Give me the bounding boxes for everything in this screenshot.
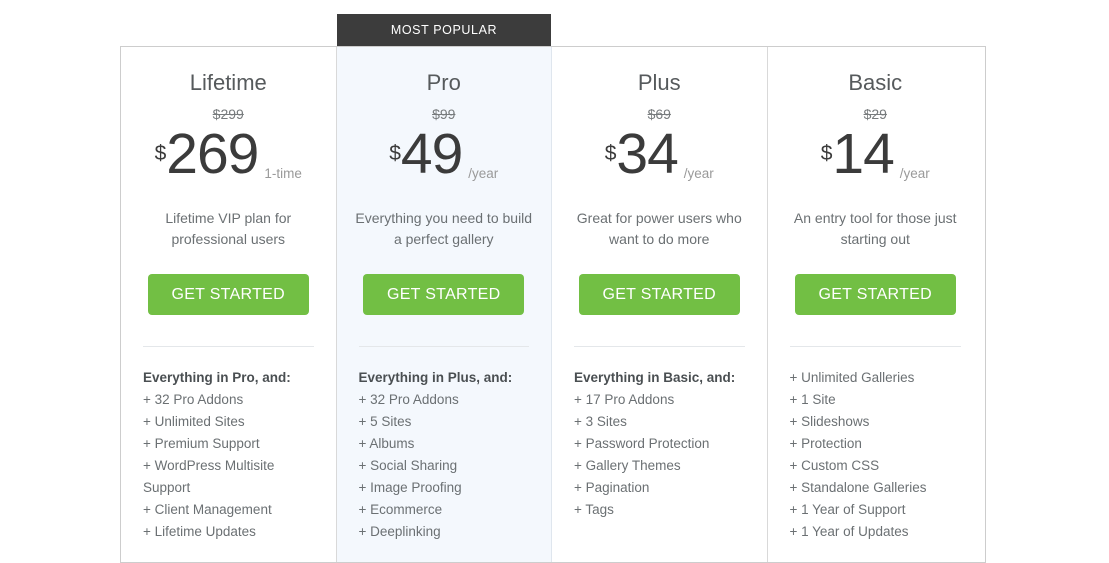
feature-item: + Standalone Galleries [789, 480, 927, 495]
get-started-button[interactable]: GET STARTED [578, 274, 740, 315]
currency-symbol: $ [820, 142, 833, 165]
most-popular-badge: MOST POPULAR [337, 14, 551, 46]
feature-item: + 32 Pro Addons [143, 392, 244, 407]
feature-list-heading: Everything in Plus, and: [358, 370, 513, 385]
feature-item: + 1 Year of Updates [789, 524, 909, 539]
plan-price-amount: 269 [166, 122, 259, 186]
get-started-button[interactable]: GET STARTED [147, 274, 309, 315]
feature-item: + Gallery Themes [574, 458, 681, 473]
plan-column-plus: Plus $69 $34/year Great for power users who… [552, 47, 768, 562]
get-started-button[interactable]: GET STARTED [363, 274, 525, 315]
plan-column-basic: Basic $29 $14/year An entry tool for those … [767, 47, 984, 562]
feature-item: + Albums [358, 436, 415, 451]
plan-price-row: $34/year [552, 126, 767, 184]
plan-billing-period: /year [468, 165, 499, 181]
feature-item: + Slideshows [789, 414, 870, 429]
cta-container: GET STARTED [121, 274, 336, 315]
currency-symbol: $ [604, 142, 617, 165]
plan-original-price: $69 [647, 106, 671, 122]
feature-item: + 1 Site [789, 392, 836, 407]
feature-item: + 1 Year of Support [789, 502, 906, 517]
plan-billing-period: 1-time [264, 165, 302, 181]
plan-title: Basic [848, 70, 903, 95]
get-started-button[interactable]: GET STARTED [794, 274, 956, 315]
feature-item: + 17 Pro Addons [574, 392, 675, 407]
plan-description: Lifetime VIP plan for professional users [165, 210, 292, 247]
feature-item: + Unlimited Sites [143, 414, 245, 429]
plan-original-price: $299 [212, 106, 244, 122]
feature-list: Everything in Plus, and: + 32 Pro Addons +… [337, 347, 552, 543]
plan-columns: Lifetime $299 $269 1-time Lifetime VIP plan … [120, 46, 986, 563]
feature-item: + Custom CSS [789, 458, 880, 473]
plan-price-row: $269 1-time [121, 126, 336, 184]
feature-item: + Unlimited Galleries [789, 370, 915, 385]
cta-container: GET STARTED [337, 274, 552, 315]
feature-list-heading: Everything in Pro, and: [143, 370, 291, 385]
plan-billing-period: /year [683, 165, 714, 181]
feature-item: + Image Proofing [358, 480, 462, 495]
feature-list: Everything in Pro, and: + 32 Pro Addons + … [121, 347, 336, 543]
feature-item: + Deeplinking [358, 524, 441, 539]
currency-symbol: $ [389, 142, 401, 165]
feature-item: + Lifetime Updates [143, 524, 256, 539]
feature-item: + WordPress Multisite Support [143, 458, 275, 495]
feature-item: + 3 Sites [574, 414, 627, 429]
feature-item: + Pagination [574, 480, 650, 495]
plan-description: An entry tool for those just starting ou… [793, 210, 957, 247]
feature-item: + Social Sharing [358, 458, 458, 473]
plan-price-row: $49/year [337, 126, 552, 184]
feature-item: + Ecommerce [358, 502, 443, 517]
plan-price-amount: 14 [832, 122, 894, 186]
feature-list: Everything in Basic, and: + 17 Pro Addons… [552, 347, 767, 521]
plan-title: Plus [637, 70, 681, 95]
feature-item: + 32 Pro Addons [358, 392, 459, 407]
feature-item: + Premium Support [143, 436, 260, 451]
currency-symbol: $ [154, 142, 167, 165]
plan-original-price: $99 [432, 106, 456, 122]
plan-description: Everything you need to build a perfect g… [355, 210, 533, 247]
feature-list: + Unlimited Galleries + 1 Site + Slideshow… [768, 347, 984, 543]
feature-item: + Tags [574, 502, 614, 517]
plan-original-price: $29 [863, 106, 887, 122]
cta-container: GET STARTED [552, 274, 767, 315]
plan-column-pro: Pro $99 $49/year Everything you need to bui… [336, 47, 552, 562]
feature-item: + Protection [789, 436, 862, 451]
feature-item: + Password Protection [574, 436, 710, 451]
plan-price-row: $14/year [768, 126, 984, 184]
pricing-table: MOST POPULAR Lifetime $299 $269 1-time Lifet… [120, 14, 986, 563]
feature-list-heading: Everything in Basic, and: [574, 370, 736, 385]
plan-price-amount: 49 [400, 122, 463, 186]
plan-billing-period: /year [899, 165, 930, 181]
plan-title: Lifetime [189, 70, 267, 95]
feature-item: + Client Management [143, 502, 272, 517]
feature-item: + 5 Sites [358, 414, 412, 429]
plan-price-amount: 34 [616, 122, 678, 186]
plan-column-lifetime: Lifetime $299 $269 1-time Lifetime VIP plan … [121, 47, 337, 562]
plan-title: Pro [426, 70, 461, 95]
plan-description: Great for power users who want to do mor… [576, 210, 742, 247]
cta-container: GET STARTED [768, 274, 984, 315]
